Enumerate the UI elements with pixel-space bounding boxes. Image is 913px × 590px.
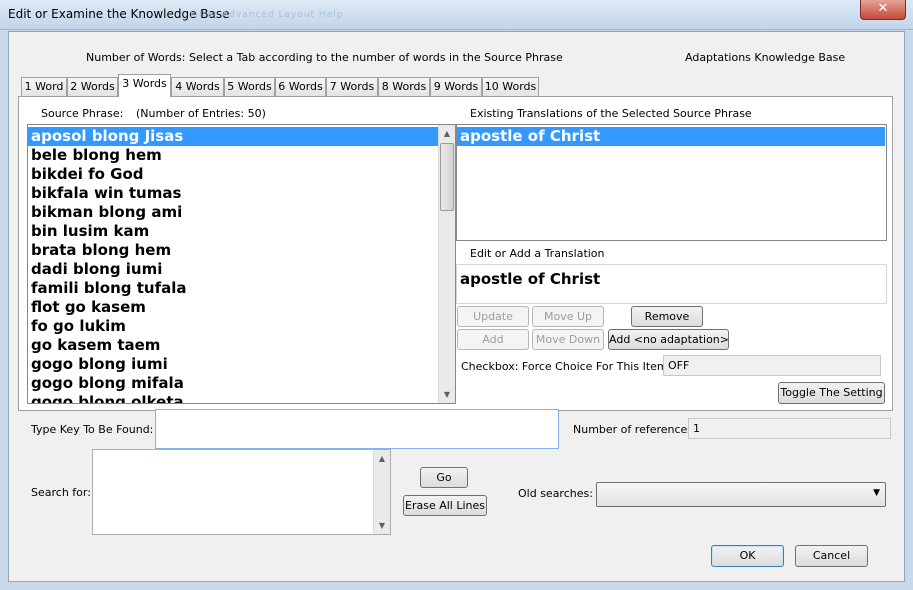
remove-button[interactable]: Remove bbox=[631, 306, 703, 327]
number-of-references-label: Number of references: bbox=[573, 423, 697, 436]
tab-7-words[interactable]: 7 Words bbox=[326, 77, 378, 96]
entries-count-label: (Number of Entries: 50) bbox=[136, 107, 266, 120]
tab-9-words[interactable]: 9 Words bbox=[430, 77, 482, 96]
tab-2-words[interactable]: 2 Words bbox=[67, 77, 118, 96]
scroll-down-arrow-icon[interactable]: ▼ bbox=[439, 386, 455, 403]
go-button[interactable]: Go bbox=[420, 467, 468, 488]
list-item[interactable]: famili blong tufala bbox=[28, 279, 438, 298]
close-icon: ✕ bbox=[877, 1, 889, 16]
search-for-textarea[interactable]: ▲ ▼ bbox=[92, 449, 391, 535]
tab-instruction-label: Number of Words: Select a Tab according … bbox=[86, 51, 563, 64]
move-down-button[interactable]: Move Down bbox=[532, 329, 604, 350]
list-item[interactable]: flot go kasem bbox=[28, 298, 438, 317]
list-item[interactable]: bin lusim kam bbox=[28, 222, 438, 241]
list-item[interactable]: gogo blong iumi bbox=[28, 355, 438, 374]
old-searches-dropdown[interactable]: ▼ bbox=[596, 482, 886, 507]
translations-list[interactable]: apostle of Christ bbox=[456, 124, 887, 241]
background-menu-ghost: Filter Advanced Layout Help bbox=[190, 10, 344, 20]
list-item[interactable]: fo go lukim bbox=[28, 317, 438, 336]
list-item[interactable]: go kasem taem bbox=[28, 336, 438, 355]
key-to-find-label: Type Key To Be Found: bbox=[31, 423, 154, 436]
list-item[interactable]: bikman blong ami bbox=[28, 203, 438, 222]
list-item[interactable]: gogo blong olketa bbox=[28, 393, 438, 403]
scroll-up-arrow-icon[interactable]: ▲ bbox=[439, 125, 455, 142]
chevron-down-icon: ▼ bbox=[873, 488, 880, 498]
key-search-input[interactable] bbox=[155, 409, 559, 449]
toggle-setting-button[interactable]: Toggle The Setting bbox=[778, 382, 885, 404]
cancel-button[interactable]: Cancel bbox=[795, 545, 868, 567]
list-item[interactable]: brata blong hem bbox=[28, 241, 438, 260]
list-item[interactable]: aposol blong Jisas bbox=[28, 127, 438, 146]
search-textarea-scrollbar[interactable]: ▲ ▼ bbox=[373, 450, 390, 534]
force-choice-label: Checkbox: Force Choice For This Item is bbox=[461, 360, 680, 373]
tab-10-words[interactable]: 10 Words bbox=[482, 77, 539, 96]
source-phrase-list[interactable]: aposol blong Jisas bele blong hem bikdei… bbox=[27, 124, 456, 404]
source-phrase-label: Source Phrase: bbox=[41, 107, 124, 120]
list-item[interactable]: apostle of Christ bbox=[457, 127, 885, 146]
translation-edit-field[interactable]: apostle of Christ bbox=[456, 264, 887, 304]
tab-3-words[interactable]: 3 Words bbox=[118, 74, 171, 97]
add-no-adaptation-button[interactable]: Add <no adaptation> bbox=[608, 329, 729, 350]
scroll-down-arrow-icon[interactable]: ▼ bbox=[374, 517, 390, 534]
force-choice-value: OFF bbox=[663, 355, 881, 376]
tab-5-words[interactable]: 5 Words bbox=[224, 77, 275, 96]
tab-6-words[interactable]: 6 Words bbox=[275, 77, 326, 96]
list-item[interactable]: bele blong hem bbox=[28, 146, 438, 165]
list-item[interactable]: gogo blong mifala bbox=[28, 374, 438, 393]
search-for-label: Search for: bbox=[31, 486, 91, 499]
kb-type-label: Adaptations Knowledge Base bbox=[685, 51, 846, 64]
existing-translations-label: Existing Translations of the Selected So… bbox=[470, 107, 752, 120]
translation-edit-value: apostle of Christ bbox=[460, 270, 601, 288]
edit-translation-label: Edit or Add a Translation bbox=[470, 247, 605, 260]
list-item[interactable]: bikdei fo God bbox=[28, 165, 438, 184]
erase-all-lines-button[interactable]: Erase All Lines bbox=[403, 495, 487, 516]
tab-8-words[interactable]: 8 Words bbox=[378, 77, 430, 96]
scroll-up-arrow-icon[interactable]: ▲ bbox=[374, 450, 390, 467]
add-button[interactable]: Add bbox=[457, 329, 529, 350]
source-list-scrollbar[interactable]: ▲ ▼ bbox=[438, 125, 455, 403]
list-item[interactable]: bikfala win tumas bbox=[28, 184, 438, 203]
number-of-references-value: 1 bbox=[688, 418, 891, 439]
list-item[interactable]: dadi blong iumi bbox=[28, 260, 438, 279]
tab-1-word[interactable]: 1 Word bbox=[21, 77, 67, 96]
close-button[interactable]: ✕ bbox=[860, 0, 906, 20]
old-searches-label: Old searches: bbox=[518, 487, 593, 500]
tab-4-words[interactable]: 4 Words bbox=[171, 77, 224, 96]
move-up-button[interactable]: Move Up bbox=[532, 306, 604, 327]
update-button[interactable]: Update bbox=[457, 306, 529, 327]
ok-button[interactable]: OK bbox=[711, 545, 784, 567]
scrollbar-thumb[interactable] bbox=[440, 143, 454, 211]
